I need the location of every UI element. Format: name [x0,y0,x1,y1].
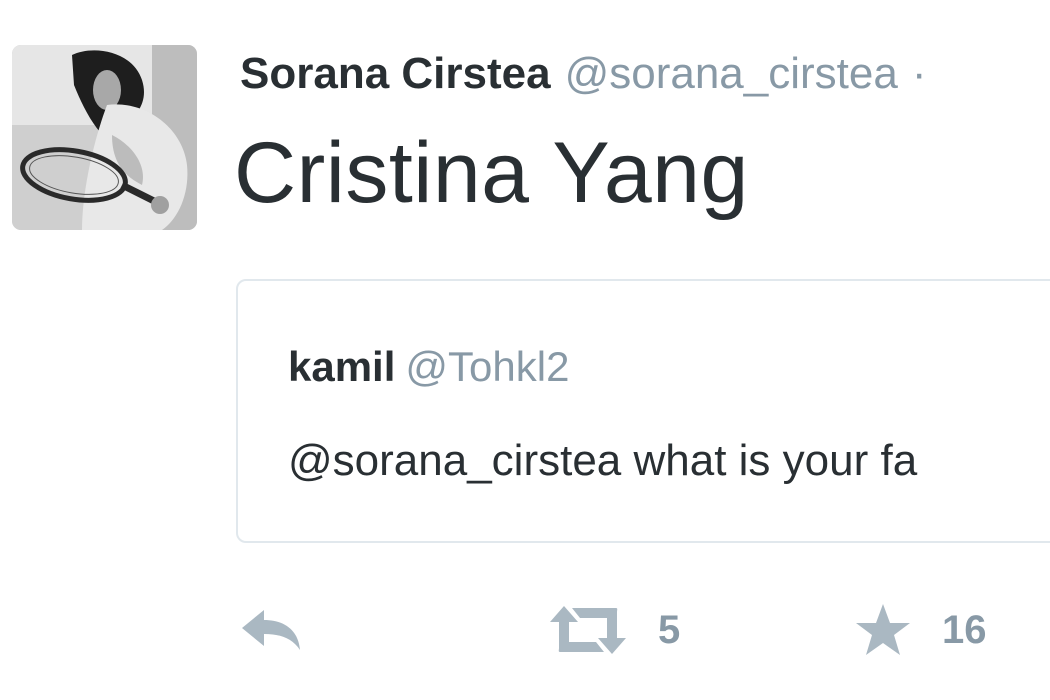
author-handle[interactable]: @sorana_cirstea [565,49,898,98]
tweet: Sorana Cirstea @sorana_cirstea · Cristina … [0,0,1050,700]
avatar-image [12,45,197,230]
retweet-button[interactable]: 5 [548,595,680,665]
quoted-author-handle: @Tohkl2 [405,343,570,390]
quoted-tweet-text: @sorana_cirstea what is your fa [288,436,918,485]
tweet-text: Cristina Yang [234,125,749,221]
reply-icon [242,610,300,650]
star-icon [856,604,910,655]
tweet-header: Sorana Cirstea @sorana_cirstea · [240,44,927,104]
quoted-tweet-header: kamil @Tohkl2 [288,339,569,395]
author-name[interactable]: Sorana Cirstea [240,49,551,98]
avatar[interactable] [12,45,197,230]
retweet-count: 5 [658,607,681,652]
retweet-icon [550,606,626,654]
header-separator: · [911,49,927,98]
favorite-count: 16 [942,607,987,652]
quoted-author-name: kamil [288,343,396,390]
tweet-actions: 5 16 [0,595,1050,665]
reply-button[interactable] [238,595,302,665]
quoted-tweet-card[interactable]: kamil @Tohkl2 @sorana_cirstea what is you… [236,279,1050,543]
favorite-button[interactable]: 16 [854,595,987,665]
